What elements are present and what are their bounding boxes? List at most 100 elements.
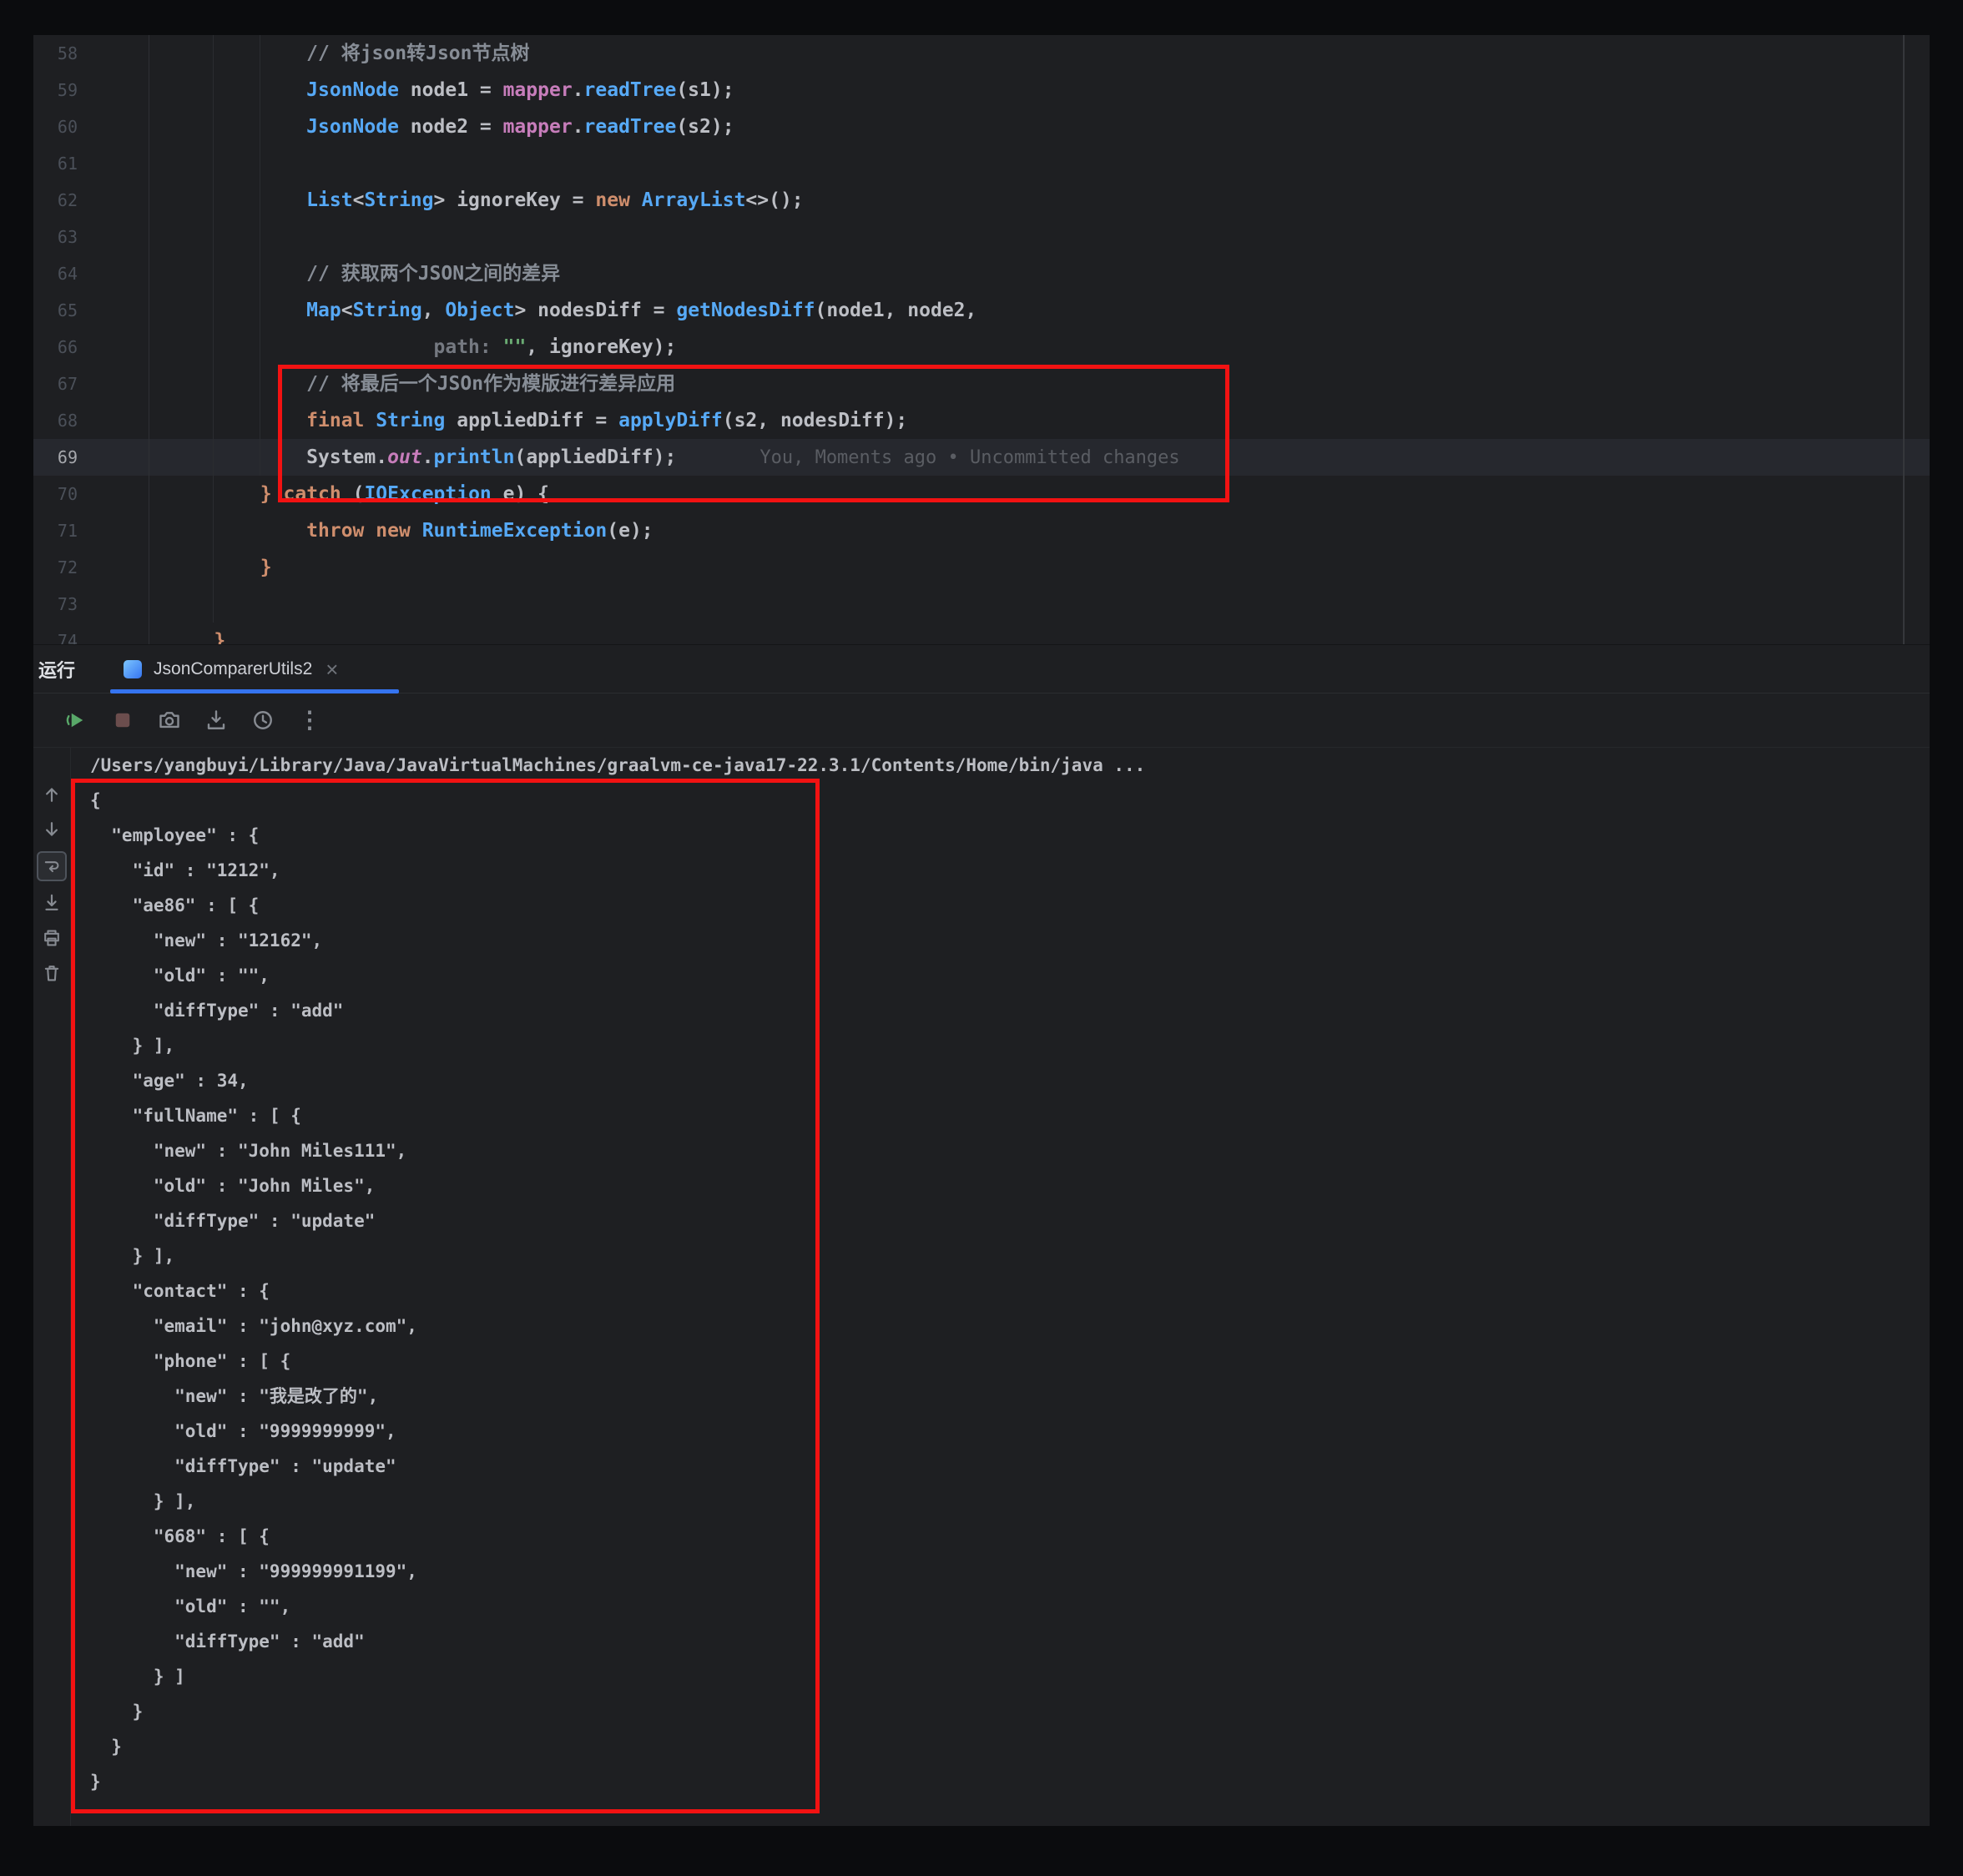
scroll-up-button[interactable] <box>38 781 65 808</box>
console-line: "old" : "", <box>90 1589 1930 1624</box>
scroll-to-end-button[interactable] <box>38 890 65 916</box>
down-arrow-icon <box>41 819 63 840</box>
code-line[interactable]: 66 path: "", ignoreKey); <box>33 329 1930 366</box>
code-text: // 将最后一个JSOn作为模版进行差异应用 <box>149 366 1930 402</box>
code-editor[interactable]: 58 // 将json转Json节点树59 JsonNode node1 = m… <box>33 35 1930 644</box>
code-line[interactable]: 69 System.out.println(appliedDiff);You, … <box>33 439 1930 476</box>
console-line: "phone" : [ { <box>90 1344 1930 1379</box>
ide-window: 58 // 将json转Json节点树59 JsonNode node1 = m… <box>0 0 1963 1876</box>
console-line: { <box>90 783 1930 818</box>
console-left-toolbar <box>33 748 71 1826</box>
stop-button[interactable] <box>108 706 137 734</box>
code-text: List<String> ignoreKey = new ArrayList<>… <box>149 182 1930 219</box>
camera-icon <box>157 708 182 733</box>
rerun-button[interactable] <box>62 706 90 734</box>
code-line[interactable]: 58 // 将json转Json节点树 <box>33 35 1930 72</box>
history-button[interactable] <box>249 706 277 734</box>
console-line: "new" : "999999991199", <box>90 1554 1930 1589</box>
console-line: "diffType" : "update" <box>90 1449 1930 1484</box>
code-line[interactable]: 73 <box>33 586 1930 623</box>
console-line: } ], <box>90 1484 1930 1519</box>
console-line: "diffType" : "add" <box>90 993 1930 1028</box>
line-number[interactable]: 61 <box>33 145 149 182</box>
console-line: "fullName" : [ { <box>90 1098 1930 1133</box>
line-number[interactable]: 74 <box>33 623 149 644</box>
export-button[interactable] <box>202 706 230 734</box>
code-text <box>149 219 1930 255</box>
console-line: "old" : "9999999999", <box>90 1414 1930 1449</box>
code-line[interactable]: 74 } <box>33 623 1930 644</box>
console[interactable]: /Users/yangbuyi/Library/Java/JavaVirtual… <box>71 748 1930 1826</box>
line-number[interactable]: 72 <box>33 549 149 586</box>
line-number[interactable]: 67 <box>33 366 149 402</box>
line-number[interactable]: 62 <box>33 182 149 219</box>
console-command-line: /Users/yangbuyi/Library/Java/JavaVirtual… <box>90 748 1930 783</box>
line-number[interactable]: 58 <box>33 35 149 72</box>
code-text: throw new RuntimeException(e); <box>149 512 1930 549</box>
up-arrow-icon <box>41 784 63 805</box>
run-panel-header: 运行 JsonComparerUtils2 × <box>33 645 1930 693</box>
scroll-down-button[interactable] <box>38 816 65 843</box>
console-line: } <box>90 1764 1930 1799</box>
code-line[interactable]: 67 // 将最后一个JSOn作为模版进行差异应用 <box>33 366 1930 402</box>
scroll-to-end-icon <box>41 892 63 914</box>
console-line: "diffType" : "add" <box>90 1624 1930 1659</box>
console-line: } <box>90 1729 1930 1764</box>
code-text: } catch (IOException e) { <box>149 476 1930 512</box>
console-line: "id" : "1212", <box>90 853 1930 888</box>
console-line: "old" : "", <box>90 958 1930 993</box>
print-icon <box>41 927 63 949</box>
close-tab-icon[interactable]: × <box>325 658 338 680</box>
code-text: JsonNode node1 = mapper.readTree(s1); <box>149 72 1930 108</box>
line-number[interactable]: 66 <box>33 329 149 366</box>
editor-scrollbar[interactable] <box>1903 35 1905 644</box>
code-line[interactable]: 64 // 获取两个JSON之间的差异 <box>33 255 1930 292</box>
console-line: "old" : "John Miles", <box>90 1168 1930 1203</box>
soft-wrap-button[interactable] <box>37 851 67 881</box>
console-output: { "employee" : { "id" : "1212", "ae86" :… <box>90 783 1930 1799</box>
more-options-button[interactable]: ⋮ <box>295 706 324 734</box>
line-number[interactable]: 64 <box>33 255 149 292</box>
line-number[interactable]: 60 <box>33 108 149 145</box>
code-text: // 将json转Json节点树 <box>149 35 1930 72</box>
code-line[interactable]: 65 Map<String, Object> nodesDiff = getNo… <box>33 292 1930 329</box>
code-line[interactable]: 68 final String appliedDiff = applyDiff(… <box>33 402 1930 439</box>
run-config-icon <box>124 660 142 678</box>
run-tool-window: 运行 JsonComparerUtils2 × <box>33 644 1930 1826</box>
code-text: } <box>149 623 1930 644</box>
code-text: } <box>149 549 1930 586</box>
code-text: final String appliedDiff = applyDiff(s2,… <box>149 402 1930 439</box>
code-line[interactable]: 71 throw new RuntimeException(e); <box>33 512 1930 549</box>
active-tab-underline <box>110 689 399 693</box>
code-line[interactable]: 72 } <box>33 549 1930 586</box>
tab-label: JsonComparerUtils2 <box>154 659 312 679</box>
code-line[interactable]: 62 List<String> ignoreKey = new ArrayLis… <box>33 182 1930 219</box>
run-panel-title: 运行 <box>38 656 75 683</box>
clear-console-button[interactable] <box>38 960 65 986</box>
code-line[interactable]: 59 JsonNode node1 = mapper.readTree(s1); <box>33 72 1930 108</box>
line-number[interactable]: 68 <box>33 402 149 439</box>
code-line[interactable]: 70 } catch (IOException e) { <box>33 476 1930 512</box>
console-line: "age" : 34, <box>90 1063 1930 1098</box>
code-lines: 58 // 将json转Json节点树59 JsonNode node1 = m… <box>33 35 1930 644</box>
screenshot-button[interactable] <box>155 706 184 734</box>
code-line[interactable]: 63 <box>33 219 1930 255</box>
line-number[interactable]: 71 <box>33 512 149 549</box>
line-number[interactable]: 69 <box>33 439 149 476</box>
line-number[interactable]: 59 <box>33 72 149 108</box>
line-number[interactable]: 65 <box>33 292 149 329</box>
code-text <box>149 586 1930 623</box>
clock-icon <box>250 708 275 733</box>
code-text: System.out.println(appliedDiff);You, Mom… <box>149 439 1930 476</box>
console-line: "contact" : { <box>90 1273 1930 1309</box>
line-number[interactable]: 73 <box>33 586 149 623</box>
line-number[interactable]: 63 <box>33 219 149 255</box>
code-line[interactable]: 60 JsonNode node2 = mapper.readTree(s2); <box>33 108 1930 145</box>
line-number[interactable]: 70 <box>33 476 149 512</box>
console-line: "ae86" : [ { <box>90 888 1930 923</box>
tab-jsoncomparerutils2[interactable]: JsonComparerUtils2 × <box>124 645 338 693</box>
print-button[interactable] <box>38 925 65 951</box>
run-panel-body: /Users/yangbuyi/Library/Java/JavaVirtual… <box>33 748 1930 1826</box>
code-line[interactable]: 61 <box>33 145 1930 182</box>
console-line: "668" : [ { <box>90 1519 1930 1554</box>
